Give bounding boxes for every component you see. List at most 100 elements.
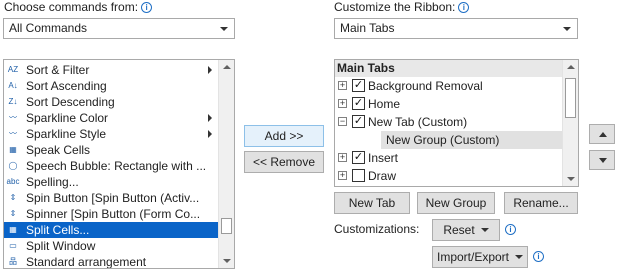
tab-checkbox[interactable]: ✓ — [352, 151, 365, 164]
command-label: Speak Cells — [26, 143, 91, 157]
command-item[interactable]: ▦ Split Cells... — [4, 222, 218, 238]
command-label: Split Window — [26, 239, 96, 253]
ribbon-group-label: New Group (Custom) — [386, 133, 500, 147]
chevron-down-icon — [220, 27, 228, 31]
ribbon-group-item[interactable]: New Group (Custom) — [335, 131, 562, 149]
choose-commands-heading: Choose commands from: i — [4, 0, 153, 14]
sort-descending-icon: Z↓ — [8, 97, 18, 106]
command-label: Standard arrangement — [26, 255, 147, 269]
sort-ascending-icon: A↓ — [8, 81, 18, 90]
scroll-up-icon[interactable] — [567, 65, 575, 69]
chevron-right-icon — [208, 130, 212, 138]
sparkline-style-icon: 〰 — [9, 129, 17, 138]
ribbon-tab-item[interactable]: + Draw — [335, 167, 562, 185]
chevron-down-icon — [480, 228, 489, 232]
ribbon-tab-label: Insert — [368, 151, 399, 165]
sparkline-color-icon: 〰 — [9, 113, 17, 122]
command-item[interactable]: Z↓ Sort Descending — [4, 94, 218, 110]
choose-commands-label: Choose commands from: — [4, 0, 139, 14]
ribbon-tab-item[interactable]: + ✓ Background Removal — [335, 77, 562, 95]
chevron-down-icon — [515, 255, 524, 259]
info-icon[interactable]: i — [505, 224, 516, 235]
move-down-button[interactable] — [589, 150, 615, 170]
expand-icon[interactable]: + — [338, 171, 347, 180]
command-item[interactable]: AZ Sort & Filter — [4, 62, 218, 78]
command-item[interactable]: abc Spelling... — [4, 174, 218, 190]
command-label: Split Cells... — [26, 223, 90, 237]
arrow-up-icon — [599, 132, 607, 137]
info-icon[interactable]: i — [141, 2, 153, 13]
chevron-right-icon — [208, 66, 212, 74]
add-button-label: Add >> — [264, 129, 304, 143]
reset-button[interactable]: Reset — [432, 219, 500, 241]
info-icon[interactable]: i — [458, 2, 470, 13]
ribbon-tab-label: Background Removal — [368, 79, 483, 93]
command-item[interactable]: 品 Standard arrangement — [4, 254, 218, 269]
command-label: Sparkline Color — [26, 111, 109, 125]
expand-icon[interactable]: + — [338, 99, 347, 108]
commands-scrollbar[interactable] — [218, 60, 234, 268]
move-up-button[interactable] — [589, 124, 615, 144]
collapse-icon[interactable]: − — [338, 117, 347, 126]
expand-icon[interactable]: + — [338, 81, 347, 90]
ribbon-tab-label: Draw — [368, 169, 397, 183]
command-label: Spelling... — [26, 175, 79, 189]
command-item[interactable]: A↓ Sort Ascending — [4, 78, 218, 94]
commands-list[interactable]: AZ Sort & Filter A↓ Sort Ascending Z↓ Sort De… — [3, 59, 235, 269]
ribbon-tree[interactable]: Main Tabs + ✓ Background Removal + ✓ Home − ✓ Ne… — [334, 59, 579, 187]
command-label: Spinner [Spin Button (Form Co... — [26, 207, 201, 221]
ribbon-tabs-value: Main Tabs — [340, 21, 395, 35]
import-export-button[interactable]: Import/Export — [432, 246, 528, 268]
spinner-icon: ⇕ — [9, 209, 17, 218]
ribbon-tree-scrollbar[interactable] — [562, 60, 578, 186]
scroll-thumb[interactable] — [221, 218, 232, 234]
speech-bubble-icon: ◯ — [8, 161, 18, 170]
expand-icon[interactable]: + — [338, 153, 347, 162]
command-label: Spin Button [Spin Button (Activ... — [26, 191, 200, 205]
new-group-button[interactable]: New Group — [417, 192, 495, 214]
command-item[interactable]: ◯ Speech Bubble: Rectangle with ... — [4, 158, 218, 174]
ribbon-tree-header-label: Main Tabs — [337, 61, 395, 75]
tab-checkbox[interactable]: ✓ — [352, 115, 365, 128]
ribbon-tab-item[interactable]: + ✓ Home — [335, 95, 562, 113]
chevron-down-icon — [563, 27, 571, 31]
new-group-label: New Group — [425, 196, 487, 210]
ribbon-tab-item[interactable]: − ✓ New Tab (Custom) — [335, 113, 562, 131]
scroll-thumb[interactable] — [565, 78, 576, 118]
tab-checkbox[interactable]: ✓ — [352, 79, 365, 92]
sort-filter-icon: AZ — [7, 65, 19, 74]
add-button[interactable]: Add >> — [244, 125, 324, 147]
scroll-down-icon[interactable] — [223, 259, 231, 263]
ribbon-tab-label: New Tab (Custom) — [368, 115, 468, 129]
command-label: Sparkline Style — [26, 127, 107, 141]
command-label: Sort & Filter — [26, 63, 90, 77]
command-label: Sort Descending — [26, 95, 115, 109]
customizations-label: Customizations: — [334, 222, 420, 236]
customize-ribbon-heading: Customize the Ribbon: i — [334, 0, 470, 14]
new-tab-label: New Tab — [348, 196, 396, 210]
reset-label: Reset — [443, 223, 475, 237]
command-item[interactable]: 〰 Sparkline Style — [4, 126, 218, 142]
ribbon-tabs-dropdown[interactable]: Main Tabs — [334, 18, 578, 39]
commands-source-dropdown[interactable]: All Commands — [3, 18, 235, 39]
command-label: Sort Ascending — [26, 79, 107, 93]
command-item[interactable]: 〰 Sparkline Color — [4, 110, 218, 126]
customize-ribbon-label: Customize the Ribbon: — [334, 0, 456, 14]
info-icon[interactable]: i — [533, 251, 544, 262]
new-tab-button[interactable]: New Tab — [334, 192, 410, 214]
remove-button[interactable]: << Remove — [244, 151, 324, 173]
spelling-icon: abc — [6, 177, 20, 186]
scroll-down-icon[interactable] — [567, 177, 575, 181]
command-item[interactable]: ⇕ Spinner [Spin Button (Form Co... — [4, 206, 218, 222]
standard-arrangement-icon: 品 — [9, 257, 17, 266]
tab-checkbox[interactable]: ✓ — [352, 97, 365, 110]
command-item[interactable]: ▭ Split Window — [4, 238, 218, 254]
rename-button[interactable]: Rename... — [504, 192, 578, 214]
command-item[interactable]: ⇕ Spin Button [Spin Button (Activ... — [4, 190, 218, 206]
command-label: Speech Bubble: Rectangle with ... — [26, 159, 207, 173]
remove-button-label: << Remove — [252, 155, 316, 169]
tab-checkbox[interactable] — [352, 169, 365, 182]
ribbon-tab-item[interactable]: + ✓ Insert — [335, 149, 562, 167]
command-item[interactable]: ▦ Speak Cells — [4, 142, 218, 158]
scroll-up-icon[interactable] — [223, 65, 231, 69]
